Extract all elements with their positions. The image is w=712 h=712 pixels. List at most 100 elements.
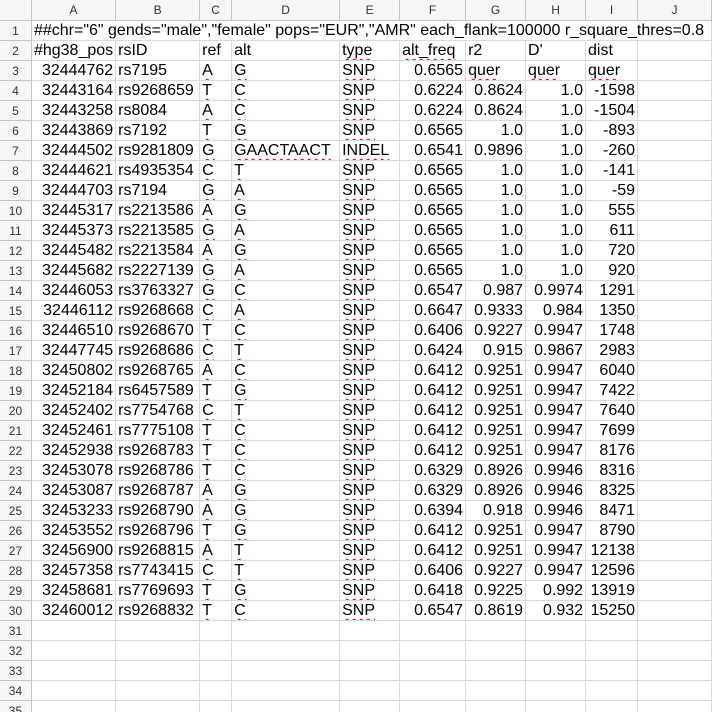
data-cell[interactable]: G xyxy=(231,380,341,401)
data-cell[interactable]: 0.6412 xyxy=(399,400,467,421)
data-cell[interactable]: quer xyxy=(525,60,587,81)
data-cell[interactable]: rs9268783 xyxy=(115,440,201,461)
data-cell[interactable]: 0.6565 xyxy=(399,160,467,181)
row-header[interactable]: 25 xyxy=(0,500,32,521)
data-cell[interactable]: 1.0 xyxy=(465,240,527,261)
data-cell[interactable]: 0.9225 xyxy=(465,580,527,601)
data-cell[interactable]: G xyxy=(199,140,233,161)
data-cell[interactable]: SNP xyxy=(339,480,401,501)
data-cell[interactable]: T xyxy=(231,400,341,421)
data-cell[interactable]: SNP xyxy=(339,280,401,301)
data-cell[interactable]: 0.6412 xyxy=(399,520,467,541)
row-header[interactable]: 33 xyxy=(0,660,32,681)
data-cell[interactable]: -1504 xyxy=(585,100,639,121)
data-cell[interactable]: 1.0 xyxy=(525,260,587,281)
empty-cell[interactable] xyxy=(637,360,712,381)
empty-cell[interactable] xyxy=(231,620,341,641)
row-header[interactable]: 4 xyxy=(0,80,32,101)
empty-cell[interactable] xyxy=(231,680,341,701)
data-cell[interactable]: 32443164 xyxy=(31,80,117,101)
empty-cell[interactable] xyxy=(637,600,712,621)
row-header[interactable]: 16 xyxy=(0,320,32,341)
data-cell[interactable]: C xyxy=(199,340,233,361)
data-cell[interactable]: SNP xyxy=(339,440,401,461)
column-header-i[interactable]: I xyxy=(585,0,639,21)
data-cell[interactable]: 0.6412 xyxy=(399,380,467,401)
data-cell[interactable]: 0.9227 xyxy=(465,560,527,581)
empty-cell[interactable] xyxy=(637,540,712,561)
data-cell[interactable]: A xyxy=(199,240,233,261)
data-cell[interactable]: SNP xyxy=(339,420,401,441)
data-cell[interactable]: 0.6418 xyxy=(399,580,467,601)
empty-cell[interactable] xyxy=(637,560,712,581)
data-cell[interactable]: 1.0 xyxy=(465,200,527,221)
row-header[interactable]: 32 xyxy=(0,640,32,661)
data-cell[interactable]: -1598 xyxy=(585,80,639,101)
data-cell[interactable]: A xyxy=(231,220,341,241)
row-header[interactable]: 29 xyxy=(0,580,32,601)
data-cell[interactable]: 0.6565 xyxy=(399,200,467,221)
empty-cell[interactable] xyxy=(115,700,201,712)
data-cell[interactable]: 555 xyxy=(585,200,639,221)
column-header-j[interactable]: J xyxy=(637,0,712,21)
data-cell[interactable]: T xyxy=(199,460,233,481)
data-cell[interactable]: 0.9947 xyxy=(525,520,587,541)
data-cell[interactable]: 0.8624 xyxy=(465,80,527,101)
data-cell[interactable]: rs9268790 xyxy=(115,500,201,521)
empty-cell[interactable] xyxy=(115,640,201,661)
row-header[interactable]: 26 xyxy=(0,520,32,541)
empty-cell[interactable] xyxy=(637,660,712,681)
data-cell[interactable]: C xyxy=(231,360,341,381)
row-header[interactable]: 6 xyxy=(0,120,32,141)
empty-cell[interactable] xyxy=(199,660,233,681)
data-cell[interactable]: 7699 xyxy=(585,420,639,441)
row-header[interactable]: 9 xyxy=(0,180,32,201)
data-cell[interactable]: A xyxy=(199,60,233,81)
data-cell[interactable]: C xyxy=(199,300,233,321)
data-cell[interactable]: 0.984 xyxy=(525,300,587,321)
cell-j2[interactable] xyxy=(637,40,712,61)
empty-cell[interactable] xyxy=(637,240,712,261)
data-cell[interactable]: 0.6406 xyxy=(399,320,467,341)
empty-cell[interactable] xyxy=(637,80,712,101)
column-header-d[interactable]: D xyxy=(231,0,341,21)
data-cell[interactable]: 8471 xyxy=(585,500,639,521)
data-cell[interactable]: rs3763327 xyxy=(115,280,201,301)
empty-cell[interactable] xyxy=(339,660,401,681)
row-header[interactable]: 23 xyxy=(0,460,32,481)
data-cell[interactable]: SNP xyxy=(339,100,401,121)
data-cell[interactable]: 32444621 xyxy=(31,160,117,181)
data-cell[interactable]: SNP xyxy=(339,60,401,81)
data-cell[interactable]: 0.8926 xyxy=(465,480,527,501)
data-cell[interactable]: 32443258 xyxy=(31,100,117,121)
data-cell[interactable]: SNP xyxy=(339,180,401,201)
column-header-a[interactable]: A xyxy=(31,0,117,21)
data-cell[interactable]: T xyxy=(231,160,341,181)
empty-cell[interactable] xyxy=(525,620,587,641)
data-cell[interactable]: 0.6565 xyxy=(399,60,467,81)
data-cell[interactable]: 32453087 xyxy=(31,480,117,501)
data-cell[interactable]: T xyxy=(199,440,233,461)
row-header[interactable]: 1 xyxy=(0,20,32,41)
row-header[interactable]: 21 xyxy=(0,420,32,441)
data-cell[interactable]: 0.9947 xyxy=(525,380,587,401)
data-cell[interactable]: 32445373 xyxy=(31,220,117,241)
empty-cell[interactable] xyxy=(525,640,587,661)
data-cell[interactable]: G xyxy=(231,580,341,601)
data-cell[interactable]: G xyxy=(231,120,341,141)
empty-cell[interactable] xyxy=(31,680,117,701)
empty-cell[interactable] xyxy=(637,340,712,361)
data-cell[interactable]: 0.9947 xyxy=(525,320,587,341)
empty-cell[interactable] xyxy=(339,680,401,701)
row-header[interactable]: 35 xyxy=(0,700,32,712)
data-cell[interactable]: 0.6224 xyxy=(399,80,467,101)
row-header[interactable]: 24 xyxy=(0,480,32,501)
empty-cell[interactable] xyxy=(399,660,467,681)
data-cell[interactable]: rs7195 xyxy=(115,60,201,81)
data-cell[interactable]: 0.987 xyxy=(465,280,527,301)
data-cell[interactable]: 1.0 xyxy=(525,200,587,221)
data-cell[interactable]: 0.9251 xyxy=(465,540,527,561)
data-cell[interactable]: 0.6412 xyxy=(399,440,467,461)
data-cell[interactable]: SNP xyxy=(339,220,401,241)
data-cell[interactable]: 7640 xyxy=(585,400,639,421)
